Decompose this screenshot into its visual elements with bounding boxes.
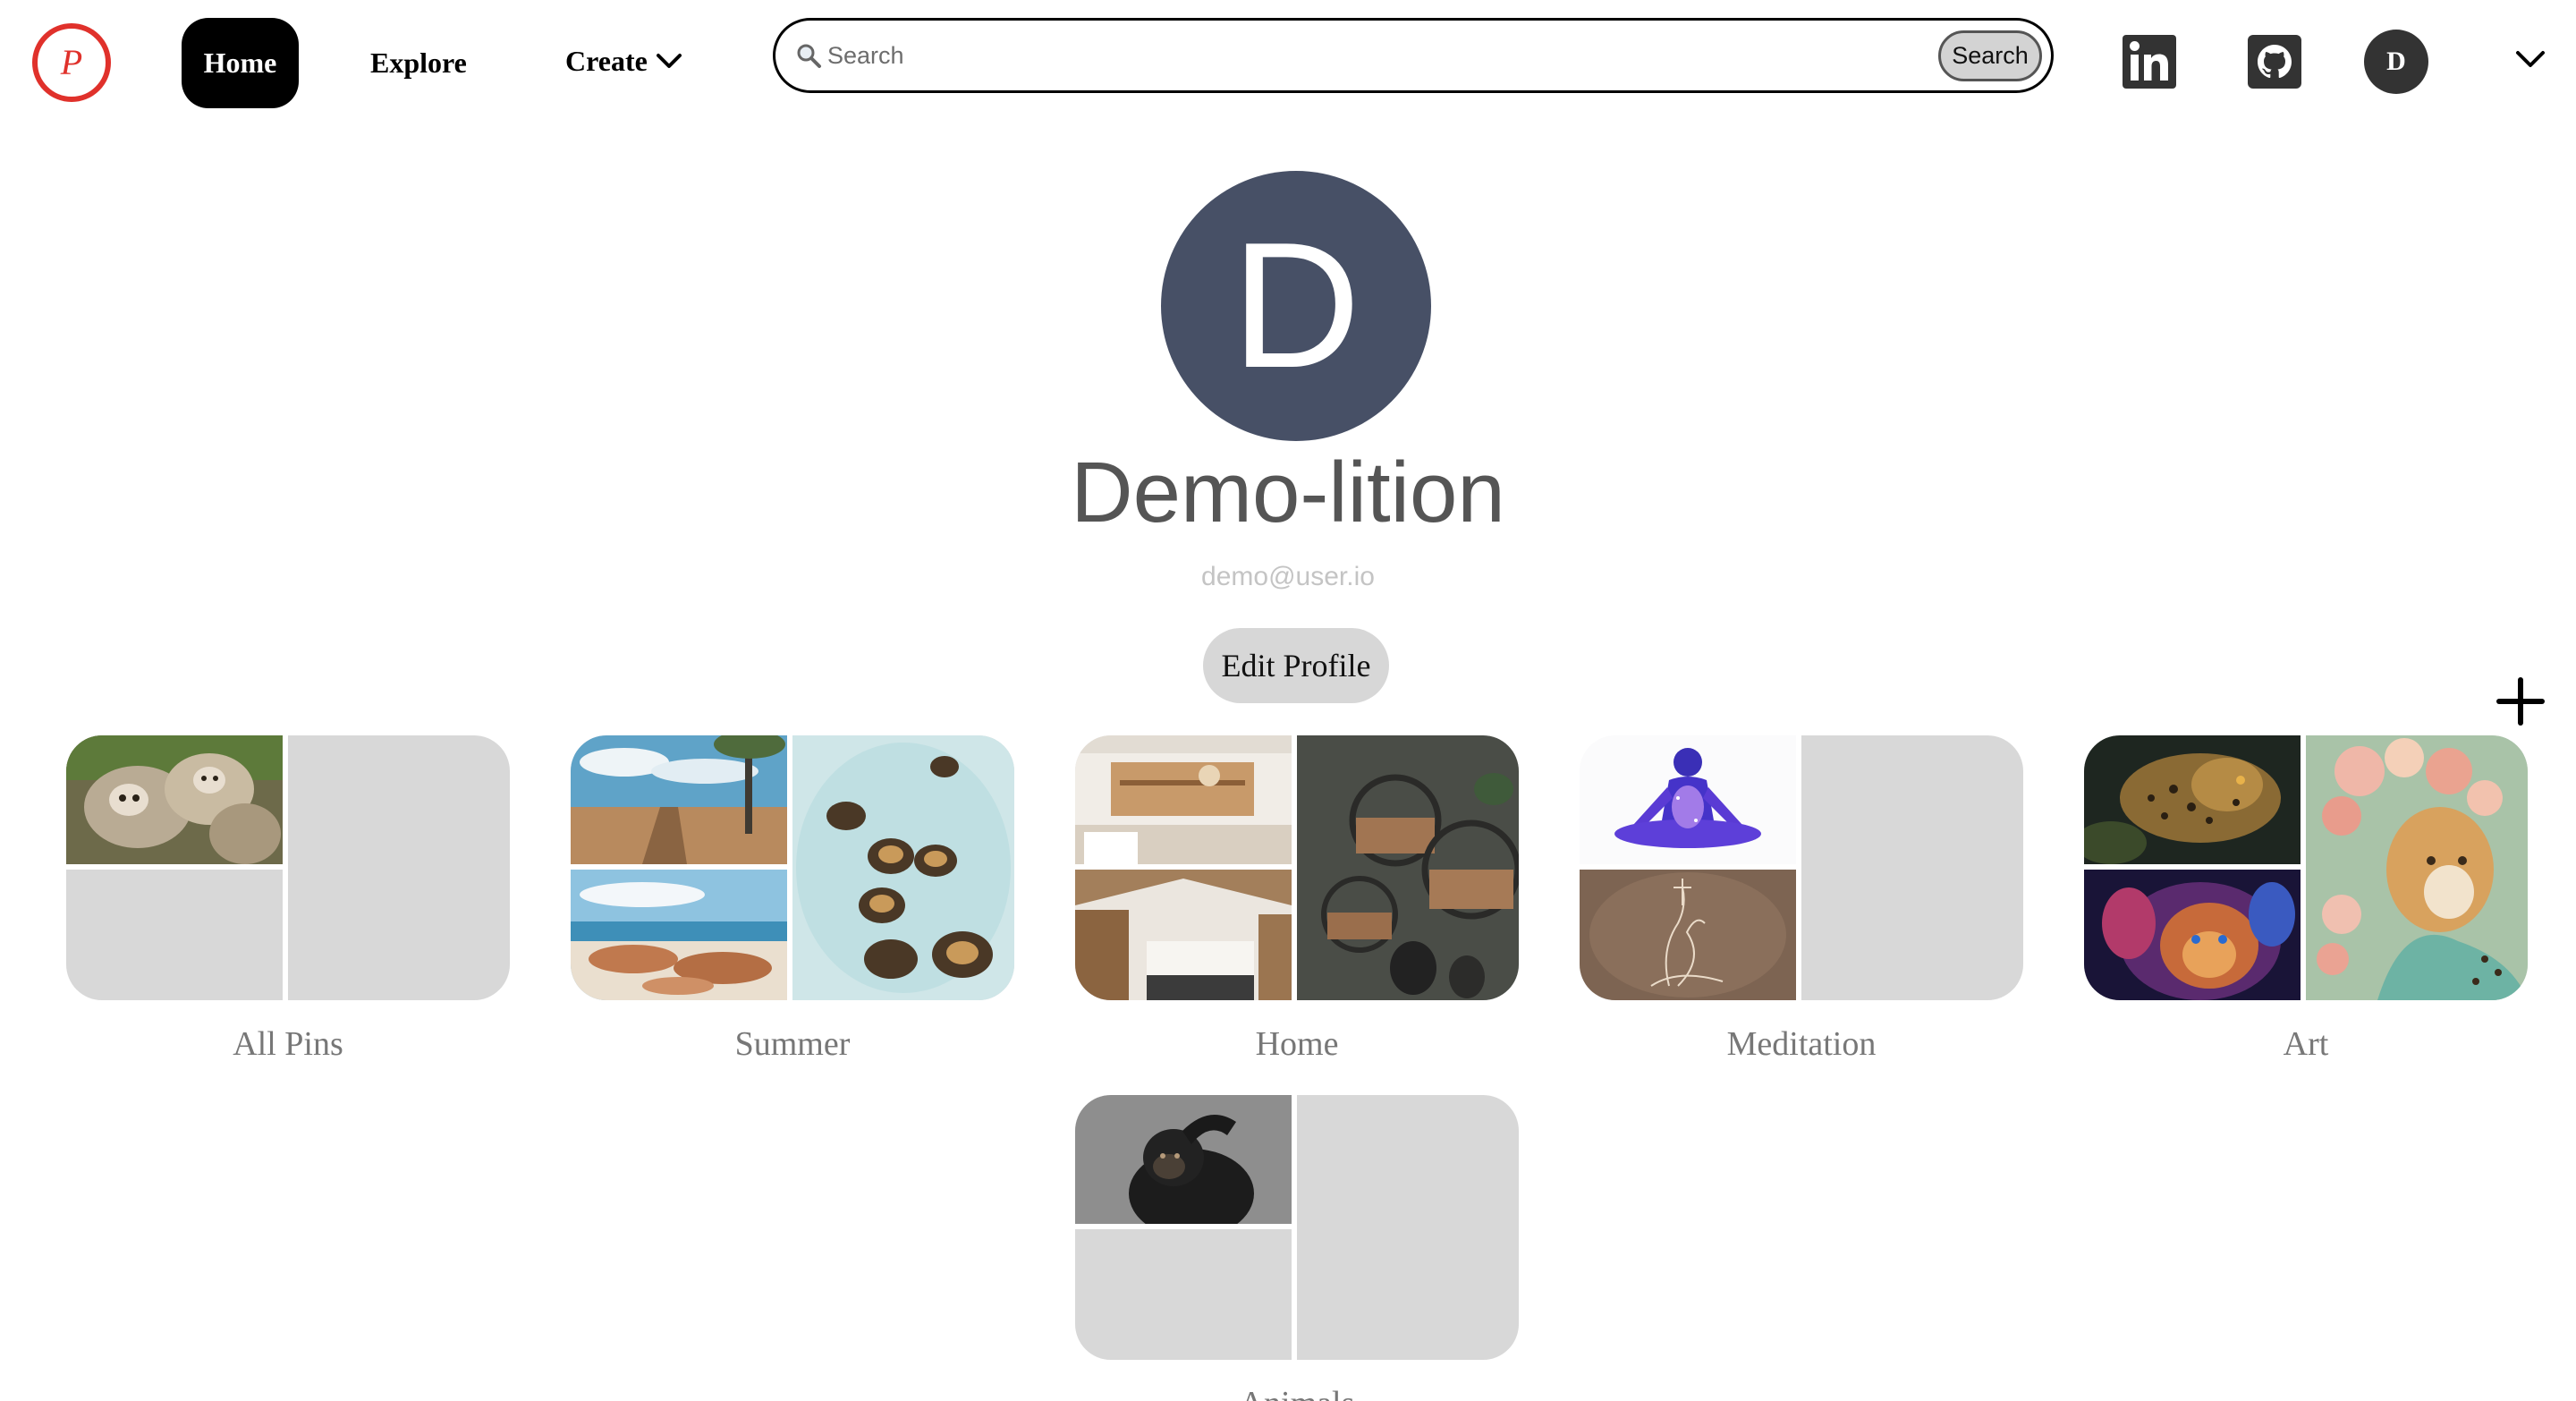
board-image-placeholder — [288, 735, 510, 1000]
profile-email: demo@user.io — [1201, 562, 1375, 591]
board-title: Summer — [734, 1025, 851, 1063]
logo-mark: P — [60, 42, 83, 82]
board-image-placeholder — [1075, 1229, 1292, 1360]
logo-icon[interactable]: P — [32, 23, 111, 102]
board-cover — [1580, 735, 2023, 1000]
chevron-down-icon — [656, 54, 682, 68]
chevron-down-icon[interactable] — [2515, 49, 2546, 71]
board-image — [571, 735, 787, 864]
board-image — [1580, 735, 1796, 864]
nav-create-dropdown[interactable]: Create — [565, 41, 682, 81]
board-card-animals[interactable]: Animals — [1075, 1095, 1519, 1401]
board-card-meditation[interactable]: Meditation — [1580, 735, 2023, 1063]
search-input[interactable] — [827, 33, 1811, 78]
board-cover — [1075, 1095, 1519, 1360]
board-image-placeholder — [1801, 735, 2023, 1000]
board-image — [792, 735, 1014, 1000]
nav-create-label: Create — [565, 45, 648, 77]
board-card-summer[interactable]: Summer — [571, 735, 1014, 1063]
board-image — [2306, 735, 2528, 1000]
search-button[interactable]: Search — [1938, 30, 2042, 81]
edit-profile-button[interactable]: Edit Profile — [1203, 628, 1389, 703]
top-nav: P Home Explore Create Search D — [0, 0, 2576, 125]
board-image — [1580, 870, 1796, 1000]
board-title: Home — [1255, 1025, 1339, 1063]
board-image-placeholder — [66, 870, 283, 1000]
search-bar: Search — [773, 18, 2054, 93]
board-image — [571, 870, 787, 1000]
nav-explore-link[interactable]: Explore — [370, 43, 467, 82]
profile-name: Demo-lition — [1071, 445, 1505, 540]
search-icon — [797, 44, 821, 68]
profile-avatar: D — [1161, 171, 1431, 441]
board-title: All Pins — [233, 1025, 343, 1063]
plus-icon[interactable] — [2496, 676, 2546, 726]
user-avatar-button[interactable]: D — [2364, 30, 2428, 94]
board-image-placeholder — [1297, 1095, 1519, 1360]
board-title: Meditation — [1726, 1025, 1877, 1063]
board-title: Animals — [1075, 1381, 1519, 1401]
board-image — [66, 735, 283, 864]
board-cover — [1075, 735, 1519, 1000]
board-cover — [2084, 735, 2528, 1000]
board-title: Art — [2283, 1025, 2329, 1063]
board-image — [1297, 735, 1519, 1000]
board-image — [1075, 870, 1292, 1000]
nav-home-button[interactable]: Home — [182, 18, 299, 108]
board-card-all-pins[interactable]: All Pins — [66, 735, 510, 1063]
linkedin-icon[interactable] — [2123, 35, 2176, 89]
board-cover — [571, 735, 1014, 1000]
board-image — [1075, 735, 1292, 864]
board-cover — [66, 735, 510, 1000]
board-image — [2084, 735, 2301, 864]
github-icon[interactable] — [2248, 35, 2301, 89]
board-card-home[interactable]: Home — [1075, 735, 1519, 1063]
board-image — [1075, 1095, 1292, 1224]
board-image — [2084, 870, 2301, 1000]
board-card-art[interactable]: Art — [2084, 735, 2528, 1063]
